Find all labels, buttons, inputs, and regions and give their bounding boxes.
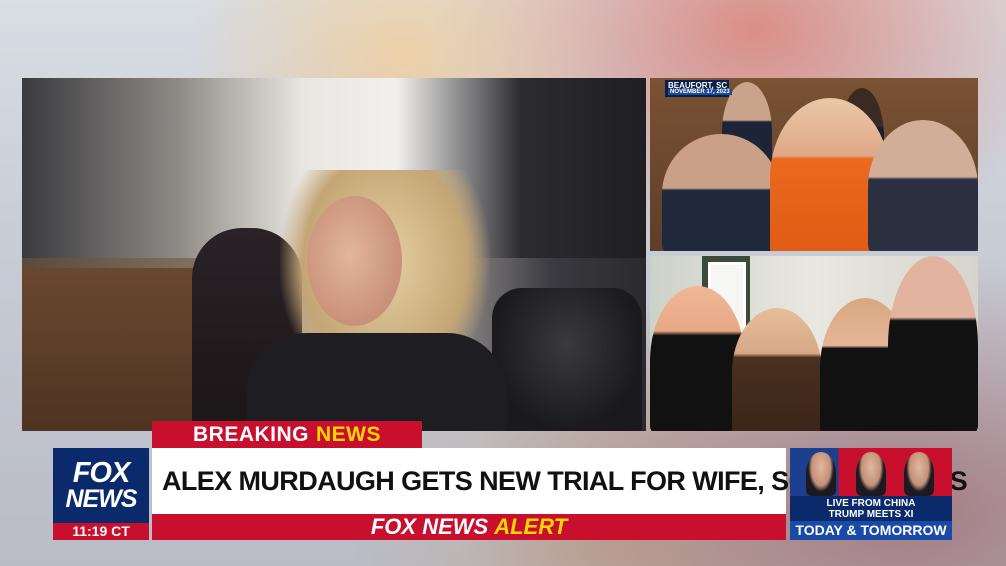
promo-face-1	[806, 452, 836, 496]
logo-line-2: NEWS	[65, 485, 138, 513]
breaking-word: BREAKING	[192, 422, 309, 446]
location-date: NOVEMBER 17, 2023	[668, 89, 732, 95]
promo-line-3: TODAY & TOMORROW	[790, 521, 952, 540]
family-member-4	[888, 256, 978, 431]
clock: 11:19 CT	[53, 523, 149, 540]
family-member-1	[650, 286, 745, 431]
promo-face-3	[904, 452, 934, 496]
headline: ALEX MURDAUGH GETS NEW TRIAL FOR WIFE, S…	[152, 448, 968, 514]
leather-chair	[492, 288, 642, 431]
family-photo-panel	[650, 256, 978, 431]
promo-box: LIVE FROM CHINA TRUMP MEETS XI TODAY & T…	[790, 448, 952, 540]
news-alert-bar: FOX NEWS ALERT	[152, 514, 786, 540]
courtroom-photo-panel	[650, 78, 978, 251]
alert-network: FOX NEWS	[370, 514, 489, 539]
logo-line-1: FOX	[72, 457, 131, 489]
person-front-right	[868, 120, 978, 251]
network-logo: FOX NEWS	[53, 448, 149, 523]
main-video-panel	[22, 78, 646, 431]
woman-coat	[247, 333, 507, 431]
promo-line-2: TRUMP MEETS XI	[828, 509, 914, 520]
woman-face	[307, 196, 402, 326]
location-tag: BEAUFORT, SC NOVEMBER 17, 2023	[665, 80, 732, 97]
breaking-news-tag: BREAKING NEWS	[152, 421, 422, 448]
news-word: NEWS	[316, 422, 381, 446]
family-member-2	[732, 308, 822, 431]
promo-face-2	[856, 452, 886, 496]
person-front-left	[662, 134, 780, 251]
alert-word: ALERT	[494, 514, 568, 539]
promo-line-1: LIVE FROM CHINA	[826, 498, 916, 509]
